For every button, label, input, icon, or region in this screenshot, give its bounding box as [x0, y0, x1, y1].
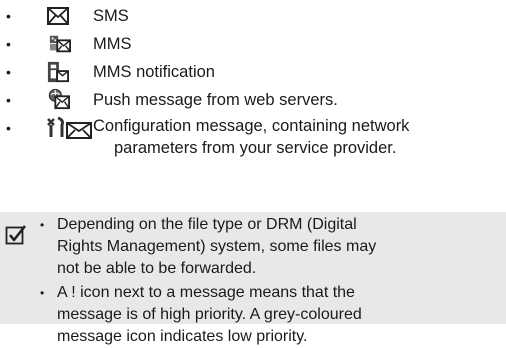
bullet: • — [6, 120, 11, 136]
list-item-mms-notification: • MMS notification — [0, 58, 506, 86]
note-text-line: message is of high priority. A grey-colo… — [57, 306, 362, 323]
list-item-configuration-message: • Configuration message, containing netw… — [0, 114, 506, 164]
note-text-line: Rights Management) system, some files ma… — [57, 238, 377, 255]
list-item-label-line2: parameters from your service provider. — [114, 139, 397, 157]
mms-picture-envelope-icon — [49, 35, 71, 53]
list-item-mms: • MMS — [0, 30, 506, 58]
bullet: • — [6, 64, 11, 80]
mms-notification-icon — [47, 61, 69, 83]
list-item-label-line1: Configuration message, containing networ… — [93, 117, 410, 135]
list-item-label: SMS — [93, 7, 129, 25]
note-text-line: Depending on the file type or DRM (Digit… — [57, 216, 357, 233]
bullet: • — [40, 218, 45, 232]
message-type-list: • SMS • MMS • MMS notification • Push me… — [0, 2, 506, 164]
checkbox-note-icon — [5, 225, 27, 245]
configuration-message-icon — [47, 116, 92, 139]
list-item-label: Push message from web servers. — [93, 91, 338, 109]
note-text-line: A ! icon next to a message means that th… — [57, 284, 355, 301]
bullet: • — [6, 36, 11, 52]
note-text-line: message icon indicates low priority. — [57, 328, 308, 345]
push-message-icon — [48, 88, 70, 110]
bullet: • — [6, 8, 11, 24]
note-box: • Depending on the file type or DRM (Dig… — [0, 212, 506, 345]
list-item-push-message: • Push message from web servers. — [0, 86, 506, 114]
list-item-label: MMS notification — [93, 63, 215, 81]
bullet: • — [40, 286, 45, 300]
list-item-label: MMS — [93, 35, 132, 53]
list-item-sms: • SMS — [0, 2, 506, 30]
note-text-line: not be able to be forwarded. — [57, 260, 257, 277]
sms-envelope-icon — [47, 7, 69, 25]
bullet: • — [6, 92, 11, 108]
